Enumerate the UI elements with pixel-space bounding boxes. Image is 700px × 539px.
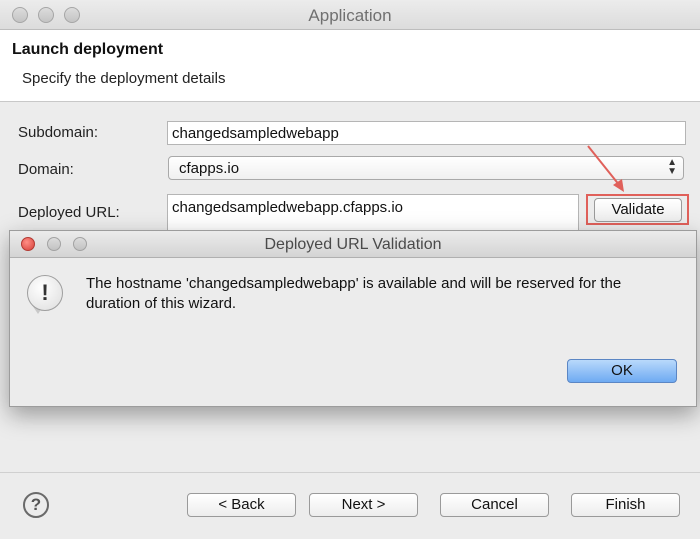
chevron-updown-icon: ▲ ▼ [667, 157, 677, 177]
question-circle-icon[interactable]: ? [23, 492, 49, 518]
dialog-titlebar: Deployed URL Validation [10, 231, 696, 258]
domain-label: Domain: [18, 161, 74, 178]
dialog-message: The hostname 'changedsampledwebapp' is a… [86, 275, 622, 312]
page-subtitle: Specify the deployment details [22, 70, 226, 87]
next-button[interactable]: Next > [309, 493, 418, 517]
finish-button[interactable]: Finish [571, 493, 680, 517]
deployed-url-label: Deployed URL: [18, 204, 120, 221]
exclamation-bubble-icon: ! [27, 275, 63, 311]
annotation-arrow-icon [587, 145, 624, 192]
window-titlebar: Application [0, 0, 700, 30]
back-button[interactable]: < Back [187, 493, 296, 517]
ok-button[interactable]: OK [567, 359, 677, 383]
cancel-button[interactable]: Cancel [440, 493, 549, 517]
dialog-title: Deployed URL Validation [264, 236, 442, 253]
subdomain-label: Subdomain: [18, 124, 99, 141]
validate-button[interactable]: Validate [594, 198, 682, 222]
domain-select-value: cfapps.io [179, 160, 240, 177]
page-title: Launch deployment [12, 41, 164, 58]
window-title: Application [308, 6, 392, 25]
wizard-header: Launch deployment Specify the deployment… [0, 30, 700, 102]
footer-divider [0, 472, 700, 473]
validation-dialog: Deployed URL Validation ! The hostname '… [9, 230, 697, 407]
